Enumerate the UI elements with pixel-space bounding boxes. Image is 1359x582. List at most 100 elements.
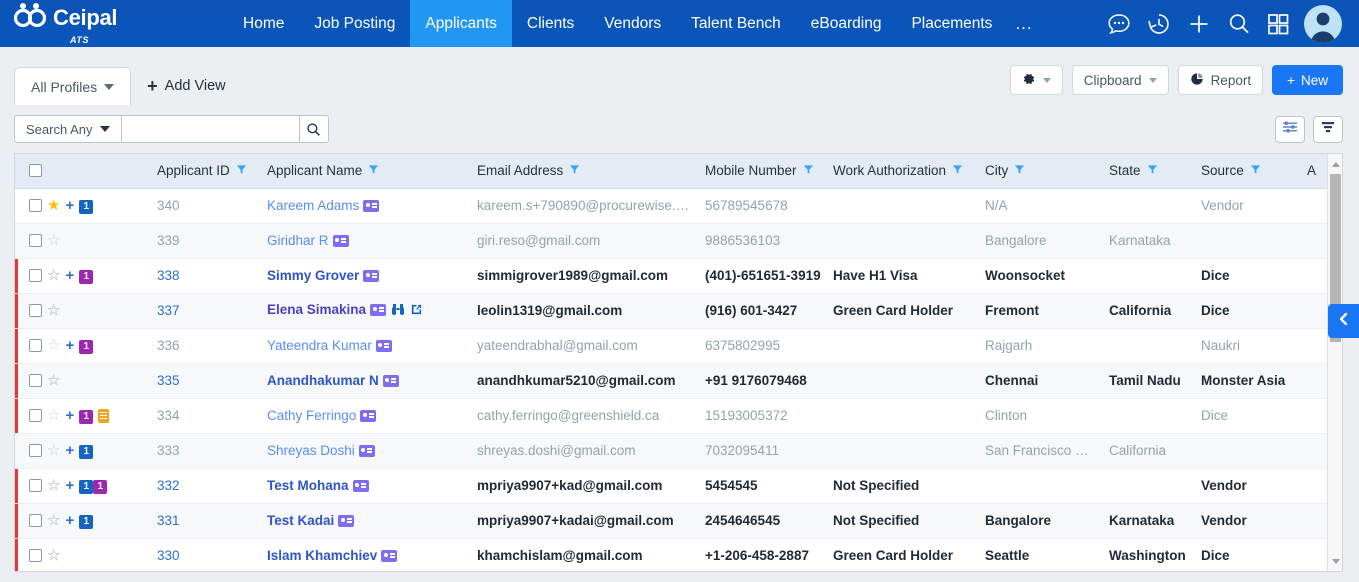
favorite-star-icon[interactable]: ☆ xyxy=(47,268,60,283)
nav-item-eboarding[interactable]: eBoarding xyxy=(796,0,897,47)
column-mobile-number[interactable]: Mobile Number xyxy=(699,154,827,188)
favorite-star-icon[interactable]: ★ xyxy=(47,198,60,213)
collapse-panel-button[interactable] xyxy=(1328,304,1359,338)
cell-applicant-id[interactable]: 334 xyxy=(151,398,261,433)
filter-icon[interactable] xyxy=(1250,163,1261,178)
plus-icon[interactable] xyxy=(1186,11,1212,37)
cell-applicant-id[interactable]: 333 xyxy=(151,433,261,468)
filter-icon[interactable] xyxy=(952,163,963,178)
table-row[interactable]: ☆339Giridhar Rgiri.reso@gmail.com9886536… xyxy=(15,223,1327,258)
contact-card-icon[interactable] xyxy=(353,480,369,492)
chat-icon[interactable] xyxy=(1106,11,1132,37)
row-checkbox[interactable] xyxy=(29,549,42,562)
count-badge[interactable]: 1 xyxy=(79,410,93,424)
applicant-name-link[interactable]: Islam Khamchiev xyxy=(267,548,377,563)
add-to-list-icon[interactable]: + xyxy=(65,443,74,458)
count-badge[interactable]: 1 xyxy=(79,480,93,494)
cell-applicant-name[interactable]: Test Kadai xyxy=(261,503,471,538)
cell-applicant-name[interactable]: Cathy Ferringo xyxy=(261,398,471,433)
brand-logo[interactable]: Ceipal ATS xyxy=(0,0,128,47)
favorite-star-icon[interactable]: ☆ xyxy=(47,408,60,423)
add-to-list-icon[interactable]: + xyxy=(65,513,74,528)
applicant-name-link[interactable]: Giridhar R xyxy=(267,233,329,248)
table-row[interactable]: ☆+1336Yateendra Kumaryateendrabhal@gmail… xyxy=(15,328,1327,363)
cell-applicant-id[interactable]: 340 xyxy=(151,188,261,223)
filter-icon[interactable] xyxy=(1147,163,1158,178)
column-work-authorization[interactable]: Work Authorization xyxy=(827,154,979,188)
filter-button[interactable] xyxy=(1313,116,1343,143)
new-button[interactable]: + New xyxy=(1272,65,1343,95)
cell-applicant-name[interactable]: Kareem Adams xyxy=(261,188,471,223)
nav-item-more[interactable]: ... xyxy=(1007,0,1040,47)
search-icon[interactable] xyxy=(1226,11,1252,37)
table-row[interactable]: ☆+1338Simmy Groversimmigrover1989@gmail.… xyxy=(15,258,1327,293)
add-to-list-icon[interactable]: + xyxy=(65,408,74,423)
applicant-name-link[interactable]: Shreyas Doshi xyxy=(267,443,355,458)
cell-applicant-name[interactable]: Yateendra Kumar xyxy=(261,328,471,363)
nav-item-vendors[interactable]: Vendors xyxy=(589,0,676,47)
nav-item-talent-bench[interactable]: Talent Bench xyxy=(676,0,796,47)
count-badge[interactable]: 1 xyxy=(79,445,93,459)
add-view-button[interactable]: + Add View xyxy=(131,77,242,105)
column-settings-button[interactable] xyxy=(1275,116,1305,143)
nav-item-job-posting[interactable]: Job Posting xyxy=(299,0,410,47)
favorite-star-icon[interactable]: ☆ xyxy=(47,478,60,493)
count-badge[interactable]: 1 xyxy=(79,270,93,284)
row-checkbox[interactable] xyxy=(29,269,42,282)
applicant-name-link[interactable]: Kareem Adams xyxy=(267,198,359,213)
row-checkbox[interactable] xyxy=(29,479,42,492)
column-state[interactable]: State xyxy=(1103,154,1195,188)
count-badge[interactable]: 1 xyxy=(93,480,107,494)
row-checkbox[interactable] xyxy=(29,409,42,422)
scroll-up-button[interactable] xyxy=(1328,156,1343,172)
add-to-list-icon[interactable]: + xyxy=(65,268,74,283)
column-source[interactable]: Source xyxy=(1195,154,1301,188)
row-checkbox[interactable] xyxy=(29,339,42,352)
report-button[interactable]: Report xyxy=(1178,65,1264,95)
contact-card-icon[interactable] xyxy=(363,270,379,282)
contact-card-icon[interactable] xyxy=(363,200,379,212)
view-tab-all-profiles[interactable]: All Profiles xyxy=(14,67,131,105)
external-link-icon[interactable] xyxy=(410,303,423,319)
cell-applicant-id[interactable]: 337 xyxy=(151,293,261,328)
select-all-checkbox[interactable] xyxy=(29,164,42,177)
favorite-star-icon[interactable]: ☆ xyxy=(47,233,60,248)
add-to-list-icon[interactable]: + xyxy=(65,478,74,493)
cell-applicant-name[interactable]: Elena Simakina xyxy=(261,293,471,328)
favorite-star-icon[interactable]: ☆ xyxy=(47,373,60,388)
contact-card-icon[interactable] xyxy=(370,304,386,316)
cell-applicant-id[interactable]: 336 xyxy=(151,328,261,363)
contact-card-icon[interactable] xyxy=(333,235,349,247)
document-icon[interactable] xyxy=(98,409,109,423)
filter-icon[interactable] xyxy=(368,163,379,178)
applicant-name-link[interactable]: Elena Simakina xyxy=(267,302,366,317)
search-input[interactable] xyxy=(121,115,299,143)
cell-applicant-id[interactable]: 330 xyxy=(151,538,261,572)
nav-item-applicants[interactable]: Applicants xyxy=(410,0,512,47)
filter-icon[interactable] xyxy=(236,163,247,178)
cell-applicant-name[interactable]: Giridhar R xyxy=(261,223,471,258)
favorite-star-icon[interactable]: ☆ xyxy=(47,303,60,318)
table-row[interactable]: ☆330Islam Khamchievkhamchislam@gmail.com… xyxy=(15,538,1327,572)
applicant-name-link[interactable]: Yateendra Kumar xyxy=(267,338,372,353)
cell-applicant-id[interactable]: 339 xyxy=(151,223,261,258)
count-badge[interactable]: 1 xyxy=(79,515,93,529)
binoculars-icon[interactable] xyxy=(391,303,405,319)
cell-applicant-id[interactable]: 332 xyxy=(151,468,261,503)
applicant-name-link[interactable]: Cathy Ferringo xyxy=(267,408,356,423)
applicant-name-link[interactable]: Anandhakumar N xyxy=(267,373,379,388)
vertical-scrollbar[interactable] xyxy=(1327,154,1342,571)
row-checkbox[interactable] xyxy=(29,374,42,387)
filter-icon[interactable] xyxy=(569,163,580,178)
cell-applicant-name[interactable]: Test Mohana xyxy=(261,468,471,503)
contact-card-icon[interactable] xyxy=(338,515,354,527)
column-applicant-id[interactable]: Applicant ID xyxy=(151,154,261,188)
applicant-name-link[interactable]: Test Kadai xyxy=(267,513,334,528)
search-scope-dropdown[interactable]: Search Any xyxy=(14,115,121,143)
cell-applicant-name[interactable]: Shreyas Doshi xyxy=(261,433,471,468)
table-row[interactable]: ☆+11332Test Mohanampriya9907+kad@gmail.c… xyxy=(15,468,1327,503)
table-row[interactable]: ☆335Anandhakumar Nanandhkumar5210@gmail.… xyxy=(15,363,1327,398)
table-row[interactable]: ☆+1333Shreyas Doshishreyas.doshi@gmail.c… xyxy=(15,433,1327,468)
contact-card-icon[interactable] xyxy=(359,445,375,457)
count-badge[interactable]: 1 xyxy=(79,200,93,214)
